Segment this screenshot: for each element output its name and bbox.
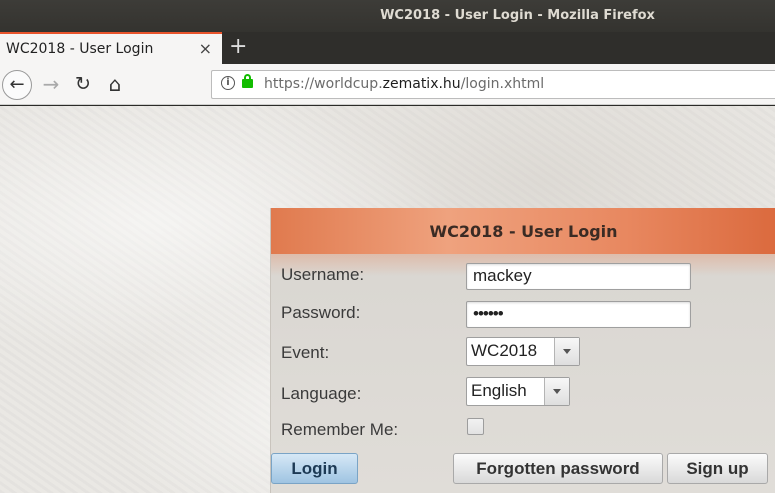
- window-titlebar: WC2018 - User Login - Mozilla Firefox: [0, 0, 775, 32]
- close-icon[interactable]: ×: [199, 39, 212, 58]
- event-selected-value: WC2018: [471, 341, 538, 360]
- login-panel-header: WC2018 - User Login: [271, 208, 775, 276]
- navigation-bar: ← → ↻ ⌂ i https://worldcup.zematix.hu/lo…: [0, 64, 775, 105]
- back-icon[interactable]: ←: [2, 70, 32, 100]
- password-label: Password:: [281, 303, 361, 322]
- url-path: /login.xhtml: [460, 76, 545, 92]
- new-tab-icon[interactable]: +: [229, 34, 247, 59]
- language-selected-value: English: [471, 381, 527, 400]
- reload-icon[interactable]: ↻: [68, 70, 98, 100]
- event-label: Event:: [281, 343, 330, 362]
- window-title: WC2018 - User Login - Mozilla Firefox: [380, 8, 655, 23]
- home-icon[interactable]: ⌂: [100, 70, 130, 100]
- page-content: WC2018 - User Login Username: mackey Pas…: [0, 106, 775, 493]
- chevron-down-icon[interactable]: [544, 378, 569, 405]
- tab-title: WC2018 - User Login: [6, 41, 154, 57]
- sign-up-button[interactable]: Sign up: [667, 453, 768, 484]
- username-label: Username:: [281, 265, 365, 284]
- info-icon[interactable]: i: [221, 76, 235, 90]
- username-input[interactable]: mackey: [466, 263, 691, 290]
- remember-me-label: Remember Me:: [281, 420, 399, 439]
- tab-wc2018-login[interactable]: WC2018 - User Login ×: [0, 32, 222, 64]
- url-text[interactable]: https://worldcup.zematix.hu/login.xhtml: [264, 76, 544, 92]
- password-input[interactable]: ••••••: [466, 301, 691, 328]
- remember-me-checkbox[interactable]: [467, 418, 484, 435]
- url-bar[interactable]: i https://worldcup.zematix.hu/login.xhtm…: [211, 70, 775, 99]
- event-select[interactable]: WC2018: [466, 337, 580, 366]
- login-panel: WC2018 - User Login Username: mackey Pas…: [270, 208, 775, 493]
- lock-icon[interactable]: [242, 74, 253, 88]
- url-domain: zematix.hu: [382, 76, 461, 92]
- tab-strip: WC2018 - User Login × +: [0, 32, 775, 64]
- forward-icon[interactable]: →: [36, 70, 66, 100]
- login-button[interactable]: Login: [271, 453, 358, 484]
- forgotten-password-button[interactable]: Forgotten password: [453, 453, 663, 484]
- url-prefix: https://worldcup.: [264, 76, 383, 92]
- chevron-down-icon[interactable]: [554, 338, 579, 365]
- language-label: Language:: [281, 384, 362, 403]
- login-title: WC2018 - User Login: [429, 222, 618, 241]
- language-select[interactable]: English: [466, 377, 570, 406]
